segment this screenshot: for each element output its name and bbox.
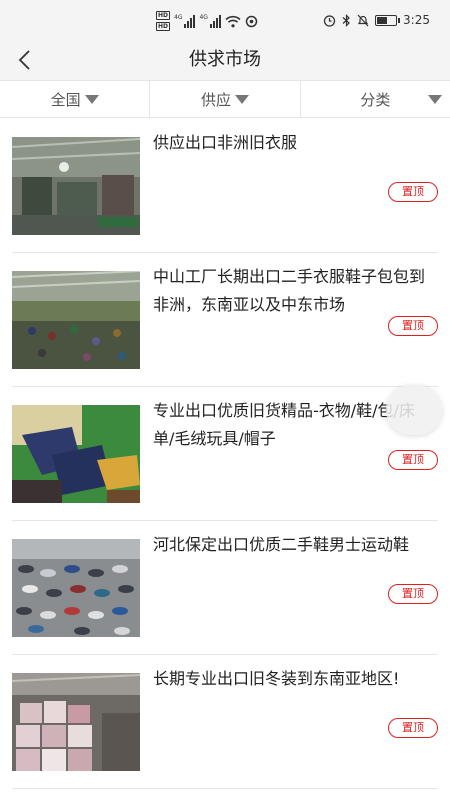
- status-right-group: 3:25: [323, 13, 430, 27]
- bales-photo: [12, 673, 140, 771]
- wifi-icon: [225, 15, 241, 27]
- pinned-badge: 置顶: [388, 584, 438, 604]
- warehouse-photo: [12, 137, 140, 235]
- filter-label: 全国: [50, 90, 81, 109]
- hd-badge: HD: [156, 11, 171, 20]
- status-left-group: HD HD 4G 4G: [156, 11, 258, 31]
- post-title: 河北保定出口优质二手鞋男士运动鞋: [153, 535, 410, 554]
- post-title: 供应出口非洲旧衣服: [153, 133, 298, 152]
- hd-badge: HD: [156, 22, 171, 31]
- status-bar: HD HD 4G 4G 3:25: [0, 0, 450, 40]
- battery-level: [377, 16, 388, 24]
- signal-icon: 4G: [199, 14, 221, 28]
- mute-icon: [357, 14, 369, 26]
- alarm-icon: [323, 14, 336, 27]
- hd-badges: HD HD: [156, 11, 171, 31]
- post-list: 供应出口非洲旧衣服 置顶 中山工厂长期出口二手衣服鞋子包包到非洲，东南亚以及中东…: [0, 119, 450, 789]
- bluetooth-icon: [342, 13, 350, 27]
- factory-photo: [12, 271, 140, 369]
- caret-down-icon: [235, 94, 249, 104]
- signal-icon: 4G: [174, 14, 196, 28]
- post-thumbnail: [12, 539, 140, 637]
- pinned-badge: 置顶: [388, 450, 438, 470]
- caret-down-icon: [84, 94, 99, 104]
- post-thumbnail: [12, 405, 140, 503]
- floating-assist-button[interactable]: [386, 385, 442, 435]
- post-thumbnail: [12, 673, 140, 771]
- battery-icon: [375, 14, 401, 26]
- shoes-photo: [12, 539, 140, 637]
- nav-bar: 供求市场: [0, 40, 450, 80]
- pinned-badge: 置顶: [388, 182, 438, 202]
- network-type: 4G: [199, 14, 208, 21]
- filter-type[interactable]: 供应: [150, 81, 301, 117]
- filter-label: 分类: [360, 90, 391, 109]
- list-item[interactable]: 供应出口非洲旧衣服 置顶: [12, 119, 438, 253]
- data-saver-icon: [245, 15, 258, 27]
- post-thumbnail: [12, 137, 140, 235]
- status-time: 3:25: [403, 13, 430, 27]
- list-item[interactable]: 中山工厂长期出口二手衣服鞋子包包到非洲，东南亚以及中东市场 置顶: [12, 253, 438, 387]
- clothing-photo: [12, 405, 140, 503]
- post-title: 中山工厂长期出口二手衣服鞋子包包到非洲，东南亚以及中东市场: [153, 267, 426, 314]
- post-title: 长期专业出口旧冬装到东南亚地区!: [153, 669, 400, 688]
- pinned-badge: 置顶: [388, 316, 438, 336]
- filter-region[interactable]: 全国: [0, 81, 151, 117]
- pinned-badge: 置顶: [388, 718, 438, 738]
- filter-bar: 全国 供应 分类: [0, 80, 450, 118]
- caret-down-icon: [427, 95, 442, 104]
- filter-category[interactable]: 分类: [301, 81, 450, 117]
- list-item[interactable]: 专业出口优质旧货精品-衣物/鞋/包/床单/毛绒玩具/帽子 置顶: [12, 387, 438, 521]
- network-type: 4G: [174, 14, 183, 21]
- post-thumbnail: [12, 271, 140, 369]
- list-item[interactable]: 河北保定出口优质二手鞋男士运动鞋 置顶: [12, 521, 438, 655]
- filter-label: 供应: [200, 90, 231, 109]
- list-item[interactable]: 长期专业出口旧冬装到东南亚地区! 置顶: [12, 655, 438, 789]
- page-title: 供求市场: [189, 49, 261, 70]
